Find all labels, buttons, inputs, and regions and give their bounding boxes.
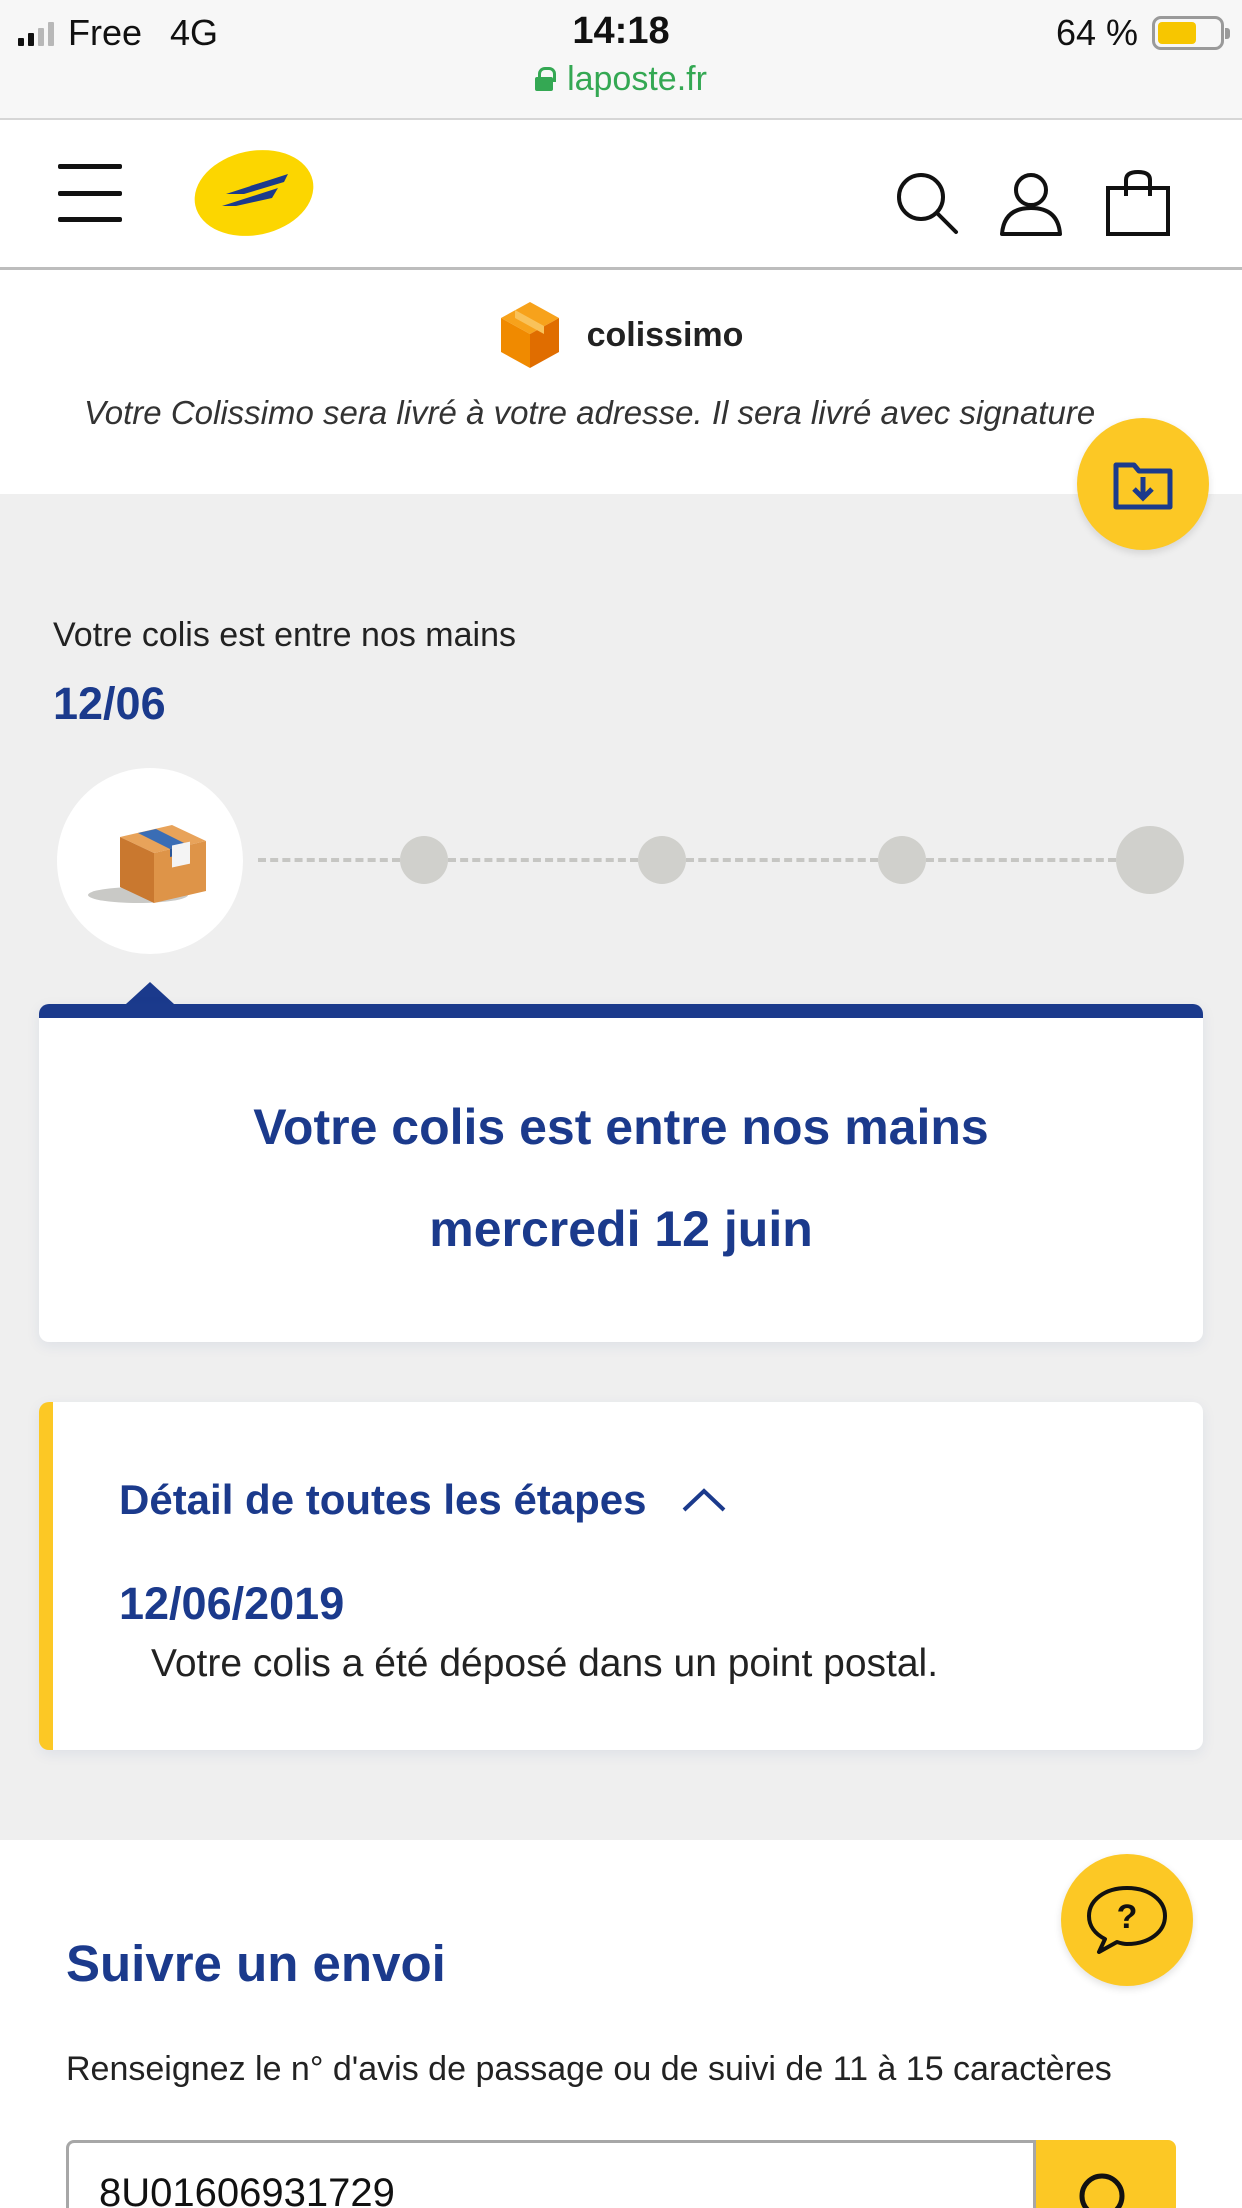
current-status-label: Votre colis est entre nos mains bbox=[53, 616, 517, 654]
chevron-up-icon bbox=[682, 1488, 725, 1512]
details-card: Détail de toutes les étapes 12/06/2019 V… bbox=[39, 1402, 1203, 1750]
battery-icon bbox=[1152, 16, 1230, 50]
url-text: laposte.fr bbox=[567, 60, 707, 98]
status-bar: Free 4G 14:18 64 % laposte.fr bbox=[0, 0, 1242, 120]
track-search-button[interactable] bbox=[1036, 2140, 1176, 2208]
delivery-description: Votre Colissimo sera livré à votre adres… bbox=[84, 394, 1096, 431]
battery-percent: 64 % bbox=[1055, 12, 1138, 53]
download-button[interactable] bbox=[1077, 418, 1209, 550]
account-icon[interactable] bbox=[996, 168, 1066, 238]
help-chat-button[interactable]: ? bbox=[1061, 1854, 1193, 1986]
colissimo-brand: colissimo bbox=[0, 300, 1242, 370]
la-poste-logo[interactable] bbox=[192, 146, 316, 240]
timeline-step-final bbox=[1116, 826, 1184, 894]
battery-level bbox=[1158, 22, 1197, 44]
svg-text:?: ? bbox=[1117, 1898, 1138, 1936]
site-header bbox=[0, 120, 1242, 270]
timeline-step-current bbox=[57, 768, 243, 954]
track-title: Suivre un envoi bbox=[66, 1935, 446, 1992]
event-date: 12/06/2019 bbox=[119, 1578, 345, 1629]
status-card-title: Votre colis est entre nos mains bbox=[253, 1099, 989, 1155]
timeline-step bbox=[878, 836, 926, 884]
timeline-connector bbox=[686, 858, 878, 862]
menu-icon[interactable] bbox=[58, 164, 122, 222]
status-bar-right: 64 % bbox=[1055, 12, 1230, 54]
cart-icon[interactable] bbox=[1104, 168, 1174, 238]
timeline-connector bbox=[926, 858, 1116, 862]
address-bar[interactable]: laposte.fr bbox=[0, 60, 1242, 99]
chat-help-icon: ? bbox=[1087, 1886, 1167, 1954]
details-toggle-label: Détail de toutes les étapes bbox=[119, 1476, 647, 1523]
status-card-date: mercredi 12 juin bbox=[429, 1201, 813, 1257]
status-card: Votre colis est entre nos mains mercredi… bbox=[39, 1004, 1203, 1342]
service-info: colissimo Votre Colissimo sera livré à v… bbox=[0, 270, 1242, 494]
tracking-number-input[interactable]: 8U01606931729 bbox=[66, 2140, 1036, 2208]
timeline-step bbox=[400, 836, 448, 884]
current-status-date: 12/06 bbox=[53, 678, 166, 729]
timeline-connector bbox=[448, 858, 638, 862]
lock-icon bbox=[535, 66, 557, 91]
timeline-step bbox=[638, 836, 686, 884]
search-icon bbox=[1079, 2173, 1125, 2208]
colissimo-label: colissimo bbox=[586, 315, 744, 354]
colissimo-icon bbox=[500, 302, 559, 368]
download-icon bbox=[1113, 462, 1173, 510]
card-pointer bbox=[126, 982, 174, 1004]
details-toggle[interactable]: Détail de toutes les étapes bbox=[119, 1476, 727, 1524]
parcel-icon bbox=[88, 825, 206, 903]
track-help-text: Renseignez le n° d'avis de passage ou de… bbox=[66, 2050, 1112, 2088]
search-icon[interactable] bbox=[892, 168, 962, 238]
event-text: Votre colis a été déposé dans un point p… bbox=[151, 1642, 939, 1685]
timeline-connector bbox=[258, 858, 400, 862]
